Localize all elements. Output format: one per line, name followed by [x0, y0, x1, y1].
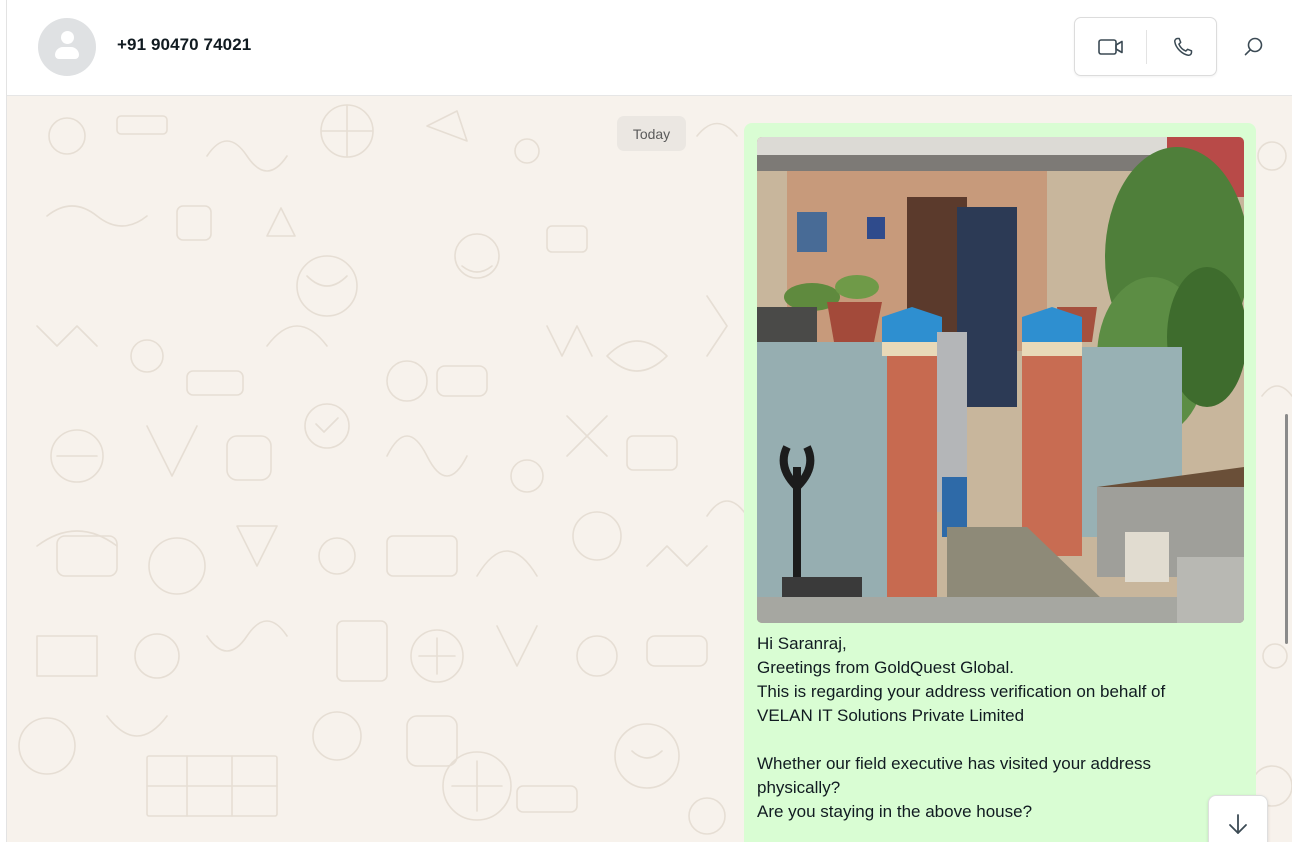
- avatar-head-shape: [61, 31, 74, 44]
- chat-scrollbar[interactable]: [1285, 414, 1288, 644]
- message-line: physically?: [757, 778, 841, 797]
- date-separator: Today: [617, 116, 686, 151]
- house-entrance-photo: [757, 137, 1244, 623]
- message-text: Hi Saranraj, Greetings from GoldQuest Gl…: [757, 632, 1227, 824]
- window-left-edge: [0, 0, 7, 842]
- message-line-blank: [757, 728, 1227, 752]
- message-line: Are you staying in the above house?: [757, 802, 1033, 821]
- message-line: This is regarding your address verificat…: [757, 682, 1166, 701]
- outgoing-message-bubble[interactable]: Hi Saranraj, Greetings from GoldQuest Gl…: [744, 123, 1256, 842]
- message-line: Whether our field executive has visited …: [757, 754, 1152, 773]
- video-call-button[interactable]: [1075, 18, 1146, 75]
- search-icon: [1244, 37, 1263, 56]
- message-line: Hi Saranraj,: [757, 634, 847, 653]
- message-photo[interactable]: [757, 137, 1244, 623]
- message-line: Greetings from GoldQuest Global.: [757, 658, 1015, 677]
- search-button[interactable]: [1237, 30, 1271, 64]
- voice-call-button[interactable]: [1147, 18, 1218, 75]
- avatar-body-shape: [55, 47, 79, 59]
- arrow-down-icon: [1229, 814, 1247, 834]
- video-camera-icon: [1097, 38, 1123, 55]
- scroll-to-bottom-button[interactable]: [1208, 795, 1268, 842]
- message-line: VELAN IT Solutions Private Limited: [757, 706, 1025, 725]
- call-button-group: [1074, 17, 1217, 76]
- contact-avatar[interactable]: [38, 18, 96, 76]
- phone-icon: [1173, 37, 1192, 56]
- chat-header: +91 90470 74021: [7, 0, 1292, 96]
- chat-area[interactable]: Today Hi Saranraj, Greetings from GoldQu…: [7, 96, 1292, 842]
- contact-name[interactable]: +91 90470 74021: [117, 35, 251, 55]
